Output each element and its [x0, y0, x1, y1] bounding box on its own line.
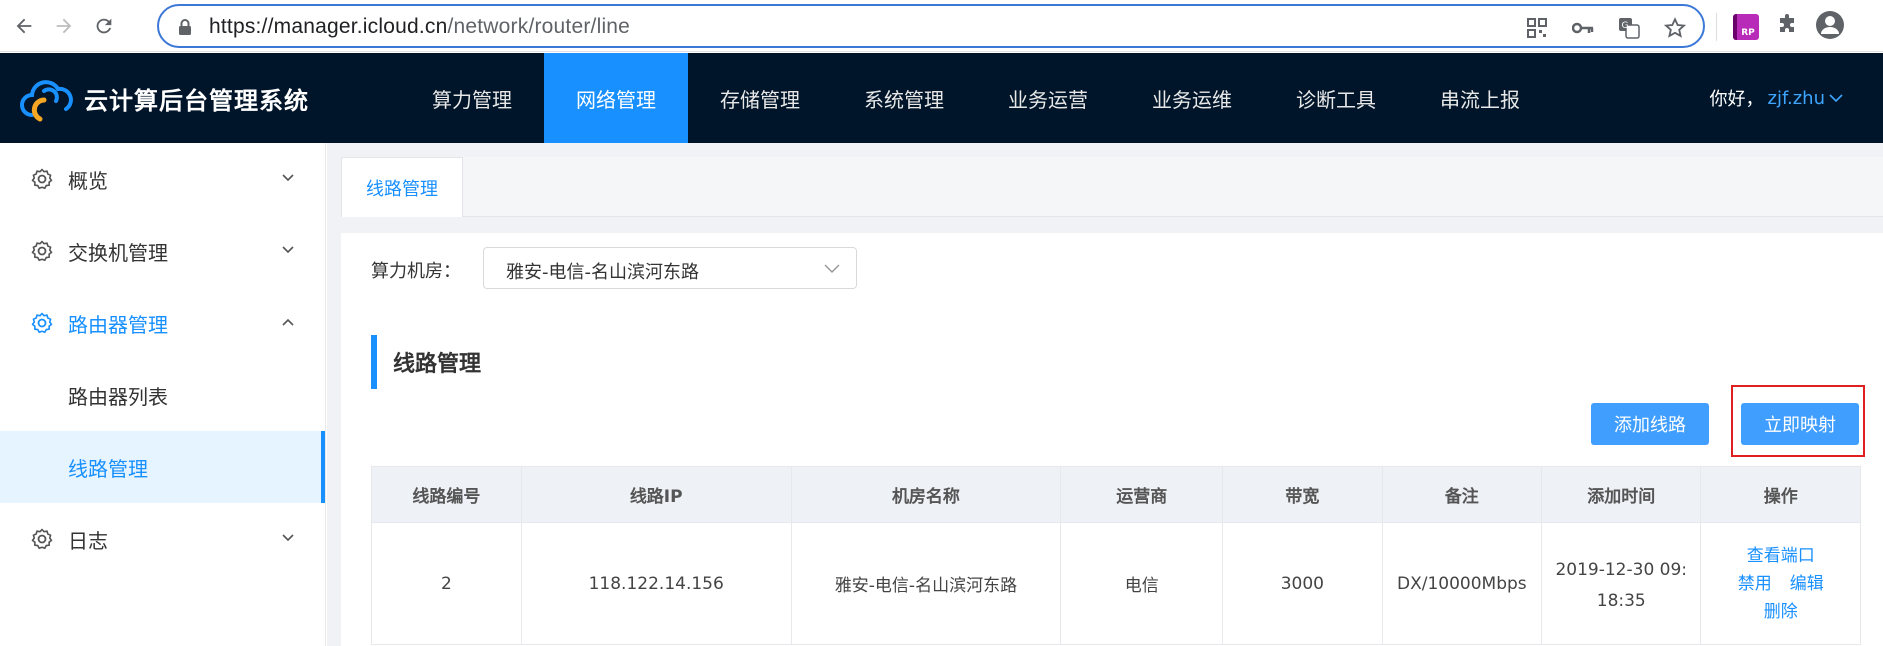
line-table: 线路编号 线路IP 机房名称 运营商 带宽 备注 添加时间 操作 2 118.1… — [371, 466, 1861, 645]
compute-room-select[interactable]: 雅安-电信-名山滨河东路 — [483, 247, 857, 289]
cell-room-name: 雅安-电信-名山滨河东路 — [790, 522, 1062, 645]
url-text[interactable]: https://manager.icloud.cn/network/router… — [209, 15, 630, 39]
address-bar[interactable]: https://manager.icloud.cn/network/router… — [157, 4, 1705, 48]
sidebar-item-logs[interactable]: 日志 — [0, 503, 325, 575]
sidebar-item-label: 日志 — [68, 528, 108, 553]
cell-isp: 电信 — [1060, 522, 1224, 645]
chevron-down-icon — [282, 534, 294, 542]
table-row: 2 118.122.14.156 雅安-电信-名山滨河东路 电信 3000 DX… — [371, 522, 1861, 645]
content-panel: 算力机房： 雅安-电信-名山滨河东路 线路管理 添加线路 立即映射 线路编号 线… — [341, 233, 1883, 646]
top-nav-network[interactable]: 网络管理 — [544, 53, 688, 143]
cell-actions: 查看端口 禁用 编辑 删除 — [1700, 522, 1861, 645]
sidebar-item-switch-management[interactable]: 交换机管理 — [0, 215, 325, 287]
table-header-row: 线路编号 线路IP 机房名称 运营商 带宽 备注 添加时间 操作 — [371, 466, 1861, 523]
app-logo[interactable]: 云计算后台管理系统 — [18, 71, 309, 125]
cell-note: DX/10000Mbps — [1381, 522, 1543, 645]
top-nav-business-ops[interactable]: 业务运营 — [976, 53, 1120, 143]
map-now-button[interactable]: 立即映射 — [1741, 403, 1859, 445]
disable-link[interactable]: 禁用 — [1738, 570, 1772, 598]
app-header: 云计算后台管理系统 算力管理 网络管理 存储管理 系统管理 业务运营 业务运维 … — [0, 53, 1883, 143]
cloud-logo-icon — [20, 80, 73, 122]
tab-line-management[interactable]: 线路管理 — [341, 157, 463, 217]
tab-bar: 线路管理 — [341, 157, 1883, 217]
cell-line-id: 2 — [371, 522, 522, 645]
sidebar-item-router-list[interactable]: 路由器列表 — [0, 359, 325, 431]
sidebar-item-label: 交换机管理 — [68, 240, 168, 265]
col-header-note[interactable]: 备注 — [1381, 466, 1543, 523]
main-content: 线路管理 算力机房： 雅安-电信-名山滨河东路 线路管理 添加线路 立即映射 线… — [327, 143, 1883, 646]
sidebar-item-label: 概览 — [68, 168, 108, 193]
delete-link[interactable]: 删除 — [1764, 602, 1798, 622]
browser-toolbar: https://manager.icloud.cn/network/router… — [0, 0, 1883, 52]
forward-icon[interactable] — [48, 10, 80, 42]
top-nav-stream-report[interactable]: 串流上报 — [1408, 53, 1552, 143]
sidebar-item-label: 线路管理 — [68, 456, 148, 481]
col-header-bandwidth[interactable]: 带宽 — [1222, 466, 1383, 523]
col-header-room-name[interactable]: 机房名称 — [790, 466, 1062, 523]
cell-add-time: 2019-12-30 09: 18:35 — [1541, 522, 1702, 645]
gear-icon — [31, 168, 53, 190]
translate-icon[interactable]: G — [1617, 16, 1641, 40]
chevron-down-icon — [824, 264, 840, 274]
back-icon[interactable] — [8, 10, 40, 42]
col-header-add-time[interactable]: 添加时间 — [1541, 466, 1702, 523]
extensions-puzzle-icon[interactable] — [1775, 13, 1799, 41]
top-nav-system[interactable]: 系统管理 — [832, 53, 976, 143]
col-header-line-id[interactable]: 线路编号 — [371, 466, 522, 523]
top-nav-business-maint[interactable]: 业务运维 — [1120, 53, 1264, 143]
col-header-line-ip[interactable]: 线路IP — [520, 466, 792, 523]
add-time-line-1: 2019-12-30 09: — [1555, 559, 1688, 580]
profile-avatar-icon[interactable] — [1815, 10, 1845, 44]
compute-room-value: 雅安-电信-名山滨河东路 — [506, 262, 699, 283]
chevron-down-icon — [282, 174, 294, 182]
add-line-button[interactable]: 添加线路 — [1591, 403, 1709, 445]
col-header-actions[interactable]: 操作 — [1700, 466, 1861, 523]
qr-code-icon[interactable] — [1525, 16, 1549, 40]
toolbar-divider — [1716, 13, 1717, 41]
view-ports-link[interactable]: 查看端口 — [1747, 546, 1815, 566]
chevron-down-icon — [282, 246, 294, 254]
top-nav-compute[interactable]: 算力管理 — [400, 53, 544, 143]
sidebar-item-router-management[interactable]: 路由器管理 — [0, 287, 325, 359]
lock-icon — [179, 19, 191, 35]
section-title: 线路管理 — [371, 335, 481, 389]
chevron-down-icon — [1829, 94, 1843, 103]
username: zjf.zhu — [1767, 87, 1825, 109]
sidebar-item-overview[interactable]: 概览 — [0, 143, 325, 215]
bookmark-star-icon[interactable] — [1663, 16, 1687, 40]
key-icon[interactable] — [1571, 16, 1595, 40]
cell-bandwidth: 3000 — [1222, 522, 1383, 645]
sidebar: 概览 交换机管理 路由器管理 路由器列表 线路管理 日志 — [0, 143, 326, 646]
rp-extension-icon[interactable]: RP — [1733, 14, 1759, 40]
url-path: /network/router/line — [447, 15, 631, 38]
sidebar-item-line-management[interactable]: 线路管理 — [0, 431, 325, 503]
app-title: 云计算后台管理系统 — [84, 86, 309, 115]
top-nav-diagnostics[interactable]: 诊断工具 — [1264, 53, 1408, 143]
cell-line-ip: 118.122.14.156 — [520, 522, 792, 645]
edit-link[interactable]: 编辑 — [1790, 570, 1824, 598]
gear-icon — [31, 240, 53, 262]
sidebar-item-label: 路由器列表 — [68, 384, 168, 409]
sidebar-item-label: 路由器管理 — [68, 312, 168, 337]
top-nav-storage[interactable]: 存储管理 — [688, 53, 832, 143]
user-menu[interactable]: 你好， zjf.zhu — [1710, 53, 1843, 143]
reload-icon[interactable] — [88, 10, 120, 42]
rp-extension-label: RP — [1741, 28, 1755, 38]
chevron-up-icon — [282, 318, 294, 326]
filter-label: 算力机房： — [371, 261, 461, 282]
top-nav: 算力管理 网络管理 存储管理 系统管理 业务运营 业务运维 诊断工具 串流上报 — [400, 53, 1552, 143]
svg-text:G: G — [1622, 21, 1629, 31]
add-time-line-2: 18:35 — [1596, 590, 1646, 611]
url-host: https://manager.icloud.cn — [209, 15, 448, 38]
gear-icon — [31, 312, 53, 334]
greeting-text: 你好， — [1709, 89, 1764, 110]
col-header-isp[interactable]: 运营商 — [1060, 466, 1224, 523]
gear-icon — [31, 528, 53, 550]
